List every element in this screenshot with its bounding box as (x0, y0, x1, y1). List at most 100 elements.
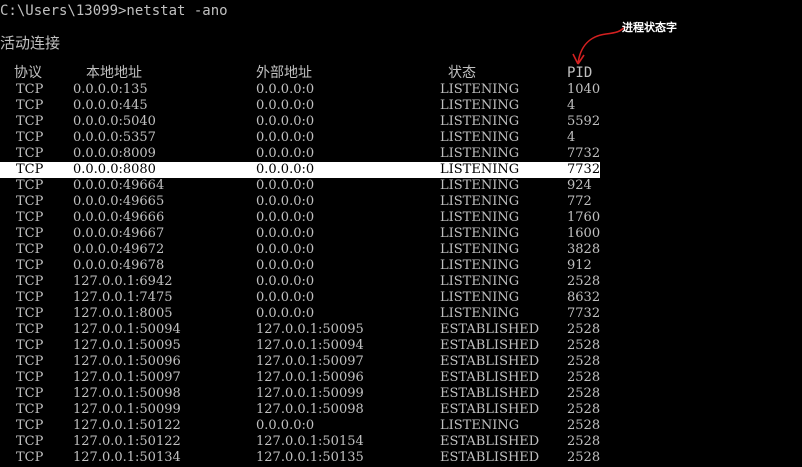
cell-foreign-address: 127.0.0.1:50097 (256, 354, 364, 369)
cell-local-address: 0.0.0.0:49678 (73, 258, 165, 273)
cell-state: LISTENING (440, 306, 520, 321)
cell-local-address: 127.0.0.1:50095 (73, 338, 181, 353)
cell-state: LISTENING (440, 226, 520, 241)
cell-protocol: TCP (16, 354, 44, 369)
cell-pid: 912 (567, 258, 592, 273)
table-row[interactable]: TCP 0.0.0.0:49664 0.0.0.0:0 LISTENING 924 (0, 178, 802, 194)
cell-protocol: TCP (16, 194, 44, 209)
cell-protocol: TCP (16, 402, 44, 417)
console-window[interactable]: C:\Users\13099>netstat -ano 活动连接 协议 本地地址… (0, 0, 802, 467)
cell-protocol: TCP (16, 146, 44, 161)
cell-protocol: TCP (16, 98, 44, 113)
cell-local-address: 0.0.0.0:135 (73, 82, 148, 97)
cell-pid: 2528 (567, 434, 601, 449)
table-row[interactable]: TCP 127.0.0.1:6942 0.0.0.0:0 LISTENING 2528 (0, 274, 802, 290)
cell-pid: 7732 (567, 306, 601, 321)
cell-foreign-address: 127.0.0.1:50099 (256, 386, 364, 401)
table-row[interactable]: TCP 127.0.0.1:50098 127.0.0.1:50099 ESTABLI… (0, 386, 802, 402)
cell-local-address: 127.0.0.1:50122 (73, 418, 181, 433)
table-row[interactable]: TCP 0.0.0.0:445 0.0.0.0:0 LISTENING 4 (0, 98, 802, 114)
cell-foreign-address: 0.0.0.0:0 (256, 258, 315, 273)
table-row[interactable]: TCP 127.0.0.1:50094 127.0.0.1:50095 ESTABLI… (0, 322, 802, 338)
cell-local-address: 0.0.0.0:8080 (73, 162, 156, 177)
cell-state: LISTENING (440, 210, 520, 225)
cell-pid: 2528 (567, 402, 601, 417)
table-row[interactable]: TCP 127.0.0.1:7475 0.0.0.0:0 LISTENING 8632 (0, 290, 802, 306)
cell-pid: 5592 (567, 114, 601, 129)
cell-state: ESTABLISHED (440, 338, 540, 353)
table-row[interactable]: TCP 127.0.0.1:50097 127.0.0.1:50096 ESTABLI… (0, 370, 802, 386)
table-row[interactable]: TCP 0.0.0.0:135 0.0.0.0:0 LISTENING 1040 (0, 82, 802, 98)
cell-protocol: TCP (16, 418, 44, 433)
cell-foreign-address: 0.0.0.0:0 (256, 274, 315, 289)
cell-pid: 2528 (567, 386, 601, 401)
cell-state: LISTENING (440, 242, 520, 257)
cell-state: ESTABLISHED (440, 322, 540, 337)
cell-local-address: 0.0.0.0:49666 (73, 210, 165, 225)
table-row[interactable]: TCP 0.0.0.0:5040 0.0.0.0:0 LISTENING 5592 (0, 114, 802, 130)
column-header-local-address: 本地地址 (86, 65, 142, 81)
cell-state: LISTENING (440, 178, 520, 193)
cell-protocol: TCP (16, 322, 44, 337)
cell-protocol: TCP (16, 338, 44, 353)
cell-local-address: 0.0.0.0:445 (73, 98, 148, 113)
column-header-protocol: 协议 (14, 65, 42, 81)
cell-state: LISTENING (440, 146, 520, 161)
cell-protocol: TCP (16, 130, 44, 145)
table-row[interactable]: TCP 127.0.0.1:50122 0.0.0.0:0 LISTENING 2528 (0, 418, 802, 434)
table-row[interactable]: TCP 0.0.0.0:49678 0.0.0.0:0 LISTENING 912 (0, 258, 802, 274)
cell-state: LISTENING (440, 98, 520, 113)
cell-protocol: TCP (16, 258, 44, 273)
table-row[interactable]: TCP 127.0.0.1:8005 0.0.0.0:0 LISTENING 7732 (0, 306, 802, 322)
cell-protocol: TCP (16, 274, 44, 289)
cell-foreign-address: 127.0.0.1:50135 (256, 450, 364, 465)
table-row[interactable]: TCP 127.0.0.1:50095 127.0.0.1:50094 ESTABLI… (0, 338, 802, 354)
cell-foreign-address: 0.0.0.0:0 (256, 194, 315, 209)
table-row[interactable]: TCP 127.0.0.1:50134 127.0.0.1:50135 ESTABLI… (0, 450, 802, 466)
cell-foreign-address: 127.0.0.1:50094 (256, 338, 364, 353)
cell-protocol: TCP (16, 386, 44, 401)
cell-pid: 2528 (567, 450, 601, 465)
cell-protocol: TCP (16, 114, 44, 129)
table-row[interactable]: TCP 127.0.0.1:50096 127.0.0.1:50097 ESTABLI… (0, 354, 802, 370)
cell-state: LISTENING (440, 162, 520, 177)
table-row[interactable]: TCP 127.0.0.1:50122 127.0.0.1:50154 ESTABLI… (0, 434, 802, 450)
table-row[interactable]: TCP 0.0.0.0:49672 0.0.0.0:0 LISTENING 3828 (0, 242, 802, 258)
cell-foreign-address: 0.0.0.0:0 (256, 82, 315, 97)
cell-pid: 8632 (567, 290, 601, 305)
cell-state: ESTABLISHED (440, 370, 540, 385)
cell-foreign-address: 0.0.0.0:0 (256, 290, 315, 305)
table-row[interactable]: TCP 0.0.0.0:8080 0.0.0.0:0 LISTENING 7732 (0, 162, 802, 178)
cell-protocol: TCP (16, 370, 44, 385)
cell-foreign-address: 0.0.0.0:0 (256, 114, 315, 129)
cell-pid: 4 (567, 98, 576, 113)
cell-foreign-address: 0.0.0.0:0 (256, 146, 315, 161)
cell-protocol: TCP (16, 82, 44, 97)
cell-pid: 2528 (567, 354, 601, 369)
table-row[interactable]: TCP 0.0.0.0:49665 0.0.0.0:0 LISTENING 772 (0, 194, 802, 210)
cell-local-address: 127.0.0.1:50097 (73, 370, 181, 385)
cell-protocol: TCP (16, 290, 44, 305)
cell-protocol: TCP (16, 178, 44, 193)
table-row[interactable]: TCP 0.0.0.0:49666 0.0.0.0:0 LISTENING 1760 (0, 210, 802, 226)
cell-foreign-address: 127.0.0.1:50098 (256, 402, 364, 417)
cell-state: LISTENING (440, 274, 520, 289)
cell-local-address: 127.0.0.1:50134 (73, 450, 181, 465)
cell-local-address: 127.0.0.1:50096 (73, 354, 181, 369)
cell-local-address: 127.0.0.1:7475 (73, 290, 173, 305)
table-row[interactable]: TCP 0.0.0.0:8009 0.0.0.0:0 LISTENING 7732 (0, 146, 802, 162)
cell-pid: 772 (567, 194, 592, 209)
table-row[interactable]: TCP 0.0.0.0:49667 0.0.0.0:0 LISTENING 1600 (0, 226, 802, 242)
table-row[interactable]: TCP 0.0.0.0:5357 0.0.0.0:0 LISTENING 4 (0, 130, 802, 146)
cell-local-address: 127.0.0.1:50099 (73, 402, 181, 417)
cell-local-address: 0.0.0.0:49667 (73, 226, 165, 241)
cell-state: LISTENING (440, 290, 520, 305)
section-title: 活动连接 (0, 34, 61, 52)
cell-state: LISTENING (440, 258, 520, 273)
cell-foreign-address: 0.0.0.0:0 (256, 178, 315, 193)
cell-pid: 2528 (567, 418, 601, 433)
cell-protocol: TCP (16, 450, 44, 465)
table-row[interactable]: TCP 127.0.0.1:50099 127.0.0.1:50098 ESTABLI… (0, 402, 802, 418)
cell-state: ESTABLISHED (440, 434, 540, 449)
cell-pid: 2528 (567, 274, 601, 289)
